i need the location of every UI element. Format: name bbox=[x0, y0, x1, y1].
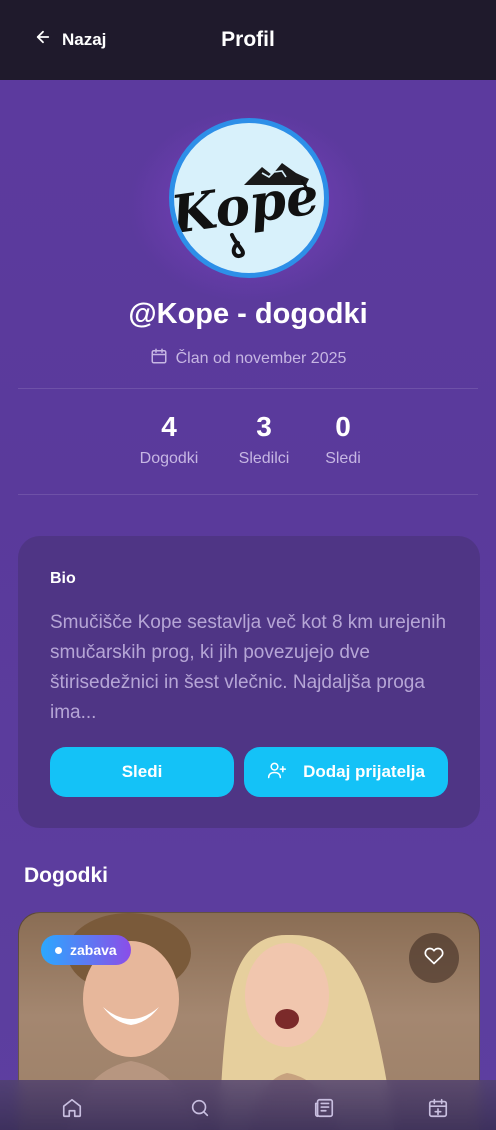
top-bar: Nazaj Profil bbox=[0, 0, 496, 80]
stat-label: Sledi bbox=[325, 450, 361, 467]
back-label: Nazaj bbox=[62, 29, 107, 49]
add-friend-label: Dodaj prijatelja bbox=[303, 762, 425, 781]
kope-logo: Kope bbox=[174, 163, 323, 258]
profile-page: Kope @Kope - dogodki Član od november 20… bbox=[0, 80, 496, 1130]
favorite-button[interactable] bbox=[409, 933, 459, 983]
category-label: zabava bbox=[70, 942, 117, 958]
arrow-left-icon bbox=[34, 28, 52, 51]
add-friend-button[interactable]: Dodaj prijatelja bbox=[244, 747, 448, 797]
svg-text:Kope: Kope bbox=[174, 165, 323, 246]
heart-icon bbox=[424, 946, 444, 971]
avatar: Kope bbox=[169, 118, 329, 278]
stat-label: Dogodki bbox=[139, 450, 199, 467]
stat-events[interactable]: 4 Dogodki bbox=[130, 410, 208, 468]
nav-news[interactable] bbox=[306, 1092, 342, 1128]
nav-search[interactable] bbox=[182, 1092, 218, 1128]
follow-label: Sledi bbox=[121, 762, 163, 781]
events-section-title: Dogodki bbox=[24, 864, 108, 887]
nav-home[interactable] bbox=[54, 1092, 90, 1128]
user-plus-icon bbox=[267, 760, 287, 785]
page-title: Profil bbox=[221, 28, 275, 51]
divider bbox=[18, 388, 478, 389]
nav-calendar-add[interactable] bbox=[420, 1092, 456, 1128]
bottom-nav bbox=[0, 1080, 496, 1130]
bio-title: Bio bbox=[50, 570, 76, 587]
member-since-text: Član od november 2025 bbox=[175, 349, 347, 367]
calendar-icon bbox=[150, 347, 168, 370]
back-button[interactable]: Nazaj bbox=[34, 28, 106, 51]
stat-value: 0 bbox=[335, 411, 351, 442]
divider bbox=[18, 494, 478, 495]
category-badge: zabava bbox=[41, 935, 131, 965]
stat-followers[interactable]: 3 Sledilci bbox=[230, 410, 298, 468]
search-icon bbox=[189, 1097, 211, 1124]
bio-card: Bio Smučišče Kope sestavlja več kot 8 km… bbox=[18, 536, 480, 828]
member-since: Član od november 2025 bbox=[0, 347, 496, 370]
profile-handle: @Kope - dogodki bbox=[128, 298, 368, 330]
calendar-add-icon bbox=[427, 1097, 449, 1124]
stat-value: 3 bbox=[256, 411, 272, 442]
stat-label: Sledilci bbox=[238, 450, 290, 467]
follow-button[interactable]: Sledi bbox=[50, 747, 234, 797]
stat-following[interactable]: 0 Sledi bbox=[318, 410, 368, 468]
home-icon bbox=[61, 1097, 83, 1124]
stat-value: 4 bbox=[161, 411, 177, 442]
dot-icon bbox=[55, 946, 62, 954]
bio-text: Smučišče Kope sestavlja več kot 8 km ure… bbox=[50, 612, 447, 723]
news-icon bbox=[313, 1097, 335, 1124]
